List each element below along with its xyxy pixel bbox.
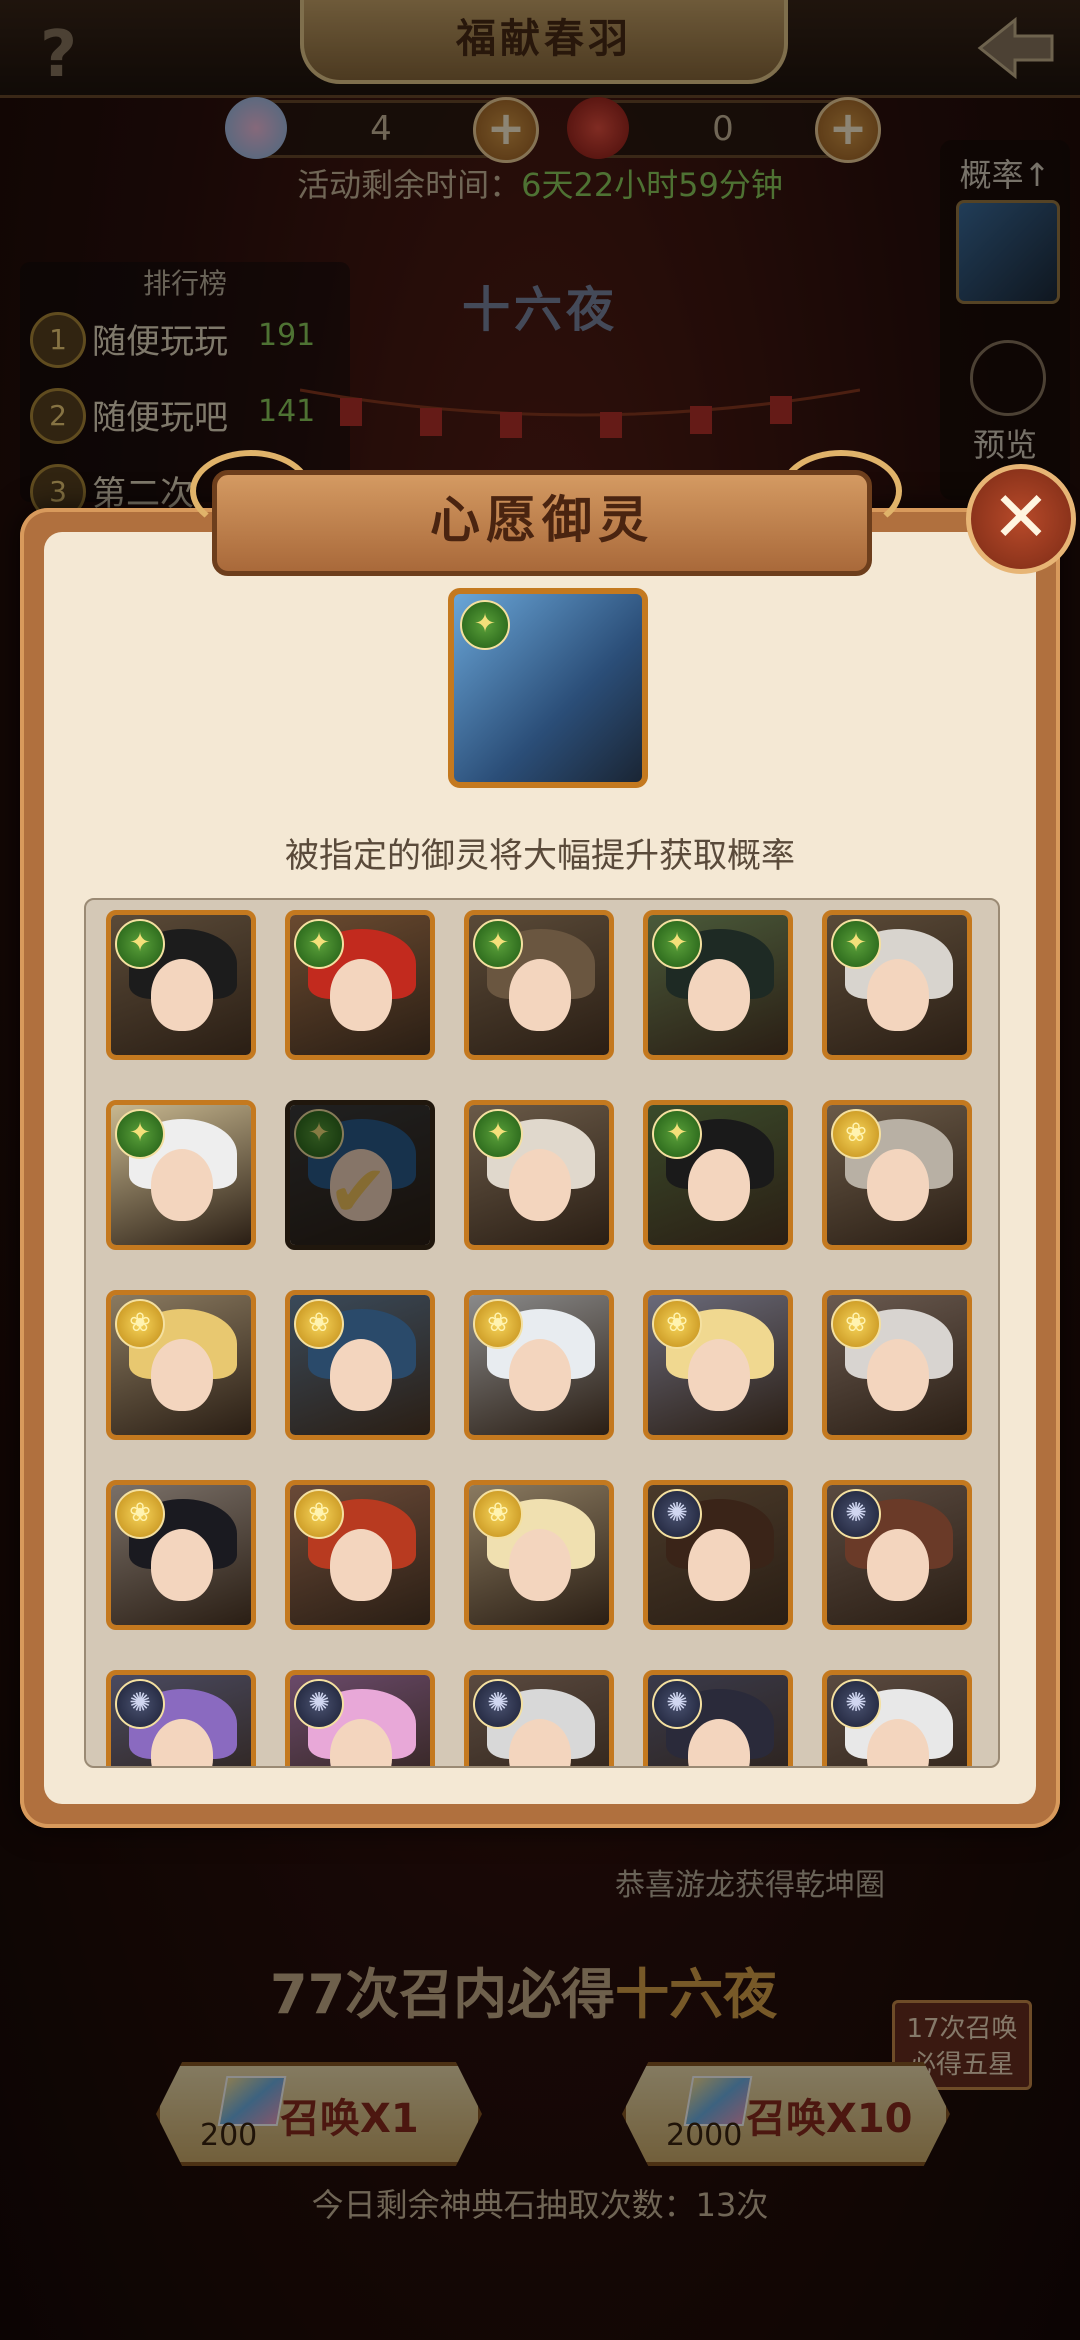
tier-badge-icon: ✦ [831, 919, 881, 969]
tier-badge-icon: ❀ [115, 1299, 165, 1349]
tier-badge-icon: ✦ [652, 1109, 702, 1159]
hero-card[interactable]: ✦ [106, 910, 256, 1060]
tier-badge-icon: ✺ [831, 1679, 881, 1729]
hero-face [509, 959, 571, 1031]
hero-card[interactable]: ❀ [643, 1290, 793, 1440]
hero-face [688, 959, 750, 1031]
hero-card[interactable]: ❀ [822, 1290, 972, 1440]
hero-face [151, 1529, 213, 1601]
tier-badge-icon: ❀ [294, 1299, 344, 1349]
tier-badge-icon: ✺ [294, 1679, 344, 1729]
hero-card[interactable]: ❀ [464, 1480, 614, 1630]
hero-card[interactable]: ❀ [106, 1480, 256, 1630]
hero-card[interactable]: ✦ [822, 910, 972, 1060]
tier-badge-icon: ✺ [473, 1679, 523, 1729]
hero-face [688, 1529, 750, 1601]
hero-face [867, 1339, 929, 1411]
checkmark-icon: ✔ [328, 1149, 389, 1233]
hero-card[interactable]: ✺ [822, 1480, 972, 1630]
hero-card[interactable]: ✦ [643, 910, 793, 1060]
hero-face [509, 1149, 571, 1221]
selected-wish-hero: ✦ [448, 588, 648, 788]
hero-card[interactable]: ✦ [285, 910, 435, 1060]
hero-card[interactable]: ❀ [285, 1290, 435, 1440]
hero-face [867, 1149, 929, 1221]
tier-badge-icon: ✦ [115, 919, 165, 969]
hero-card[interactable]: ✦ [464, 1100, 614, 1250]
hero-card[interactable]: ❀ [106, 1290, 256, 1440]
hero-face [330, 959, 392, 1031]
hero-face [867, 959, 929, 1031]
tier-badge-icon: ❀ [473, 1299, 523, 1349]
tier-badge-icon: ✺ [831, 1489, 881, 1539]
tier-badge-icon: ✦ [460, 600, 510, 650]
wish-modal-title: 心愿御灵 [430, 491, 654, 549]
hero-card[interactable]: ✺ [643, 1670, 793, 1766]
wish-modal-header: 心愿御灵 [212, 470, 872, 576]
hero-card[interactable]: ❀ [464, 1290, 614, 1440]
tier-badge-icon: ❀ [831, 1109, 881, 1159]
hero-face [151, 1149, 213, 1221]
tier-badge-icon: ✦ [473, 919, 523, 969]
hero-face [151, 1339, 213, 1411]
hero-face [688, 1339, 750, 1411]
hero-card[interactable]: ✺ [464, 1670, 614, 1766]
tier-badge-icon: ❀ [294, 1489, 344, 1539]
tier-badge-icon: ❀ [831, 1299, 881, 1349]
hero-card[interactable]: ❀ [285, 1480, 435, 1630]
hero-face [330, 1339, 392, 1411]
hero-card[interactable]: ✦ ✔ [285, 1100, 435, 1250]
hero-face [509, 1529, 571, 1601]
hero-card[interactable]: ✺ [106, 1670, 256, 1766]
hero-card[interactable]: ✺ [643, 1480, 793, 1630]
tier-badge-icon: ❀ [115, 1489, 165, 1539]
tier-badge-icon: ❀ [652, 1299, 702, 1349]
hero-card[interactable]: ❀ [822, 1100, 972, 1250]
tier-badge-icon: ✦ [652, 919, 702, 969]
hero-card[interactable]: ✺ [285, 1670, 435, 1766]
close-button[interactable]: ✕ [966, 464, 1076, 574]
hero-face [509, 1339, 571, 1411]
wish-hint: 被指定的御灵将大幅提升获取概率 [285, 836, 795, 876]
tier-badge-icon: ✺ [115, 1679, 165, 1729]
hero-grid-frame[interactable]: ✦ ✦ ✦ ✦ ✦ ✦ ✦ ✔ ✦ ✦ ❀ ❀ ❀ ❀ ❀ ❀ ❀ ❀ ❀ ✺ ✺ ✺ ✺ ✺ ✺ ✺ [84, 898, 1000, 1768]
tier-badge-icon: ✺ [652, 1489, 702, 1539]
tier-badge-icon: ✦ [294, 919, 344, 969]
hero-face [151, 959, 213, 1031]
hero-card[interactable]: ✦ [643, 1100, 793, 1250]
hero-face [330, 1529, 392, 1601]
hero-card[interactable]: ✦ [106, 1100, 256, 1250]
tier-badge-icon: ❀ [473, 1489, 523, 1539]
tier-badge-icon: ✦ [115, 1109, 165, 1159]
hero-face [867, 1529, 929, 1601]
hero-card[interactable]: ✺ [822, 1670, 972, 1766]
tier-badge-icon: ✦ [473, 1109, 523, 1159]
hero-face [688, 1149, 750, 1221]
hero-card[interactable]: ✦ [464, 910, 614, 1060]
tier-badge-icon: ✺ [652, 1679, 702, 1729]
